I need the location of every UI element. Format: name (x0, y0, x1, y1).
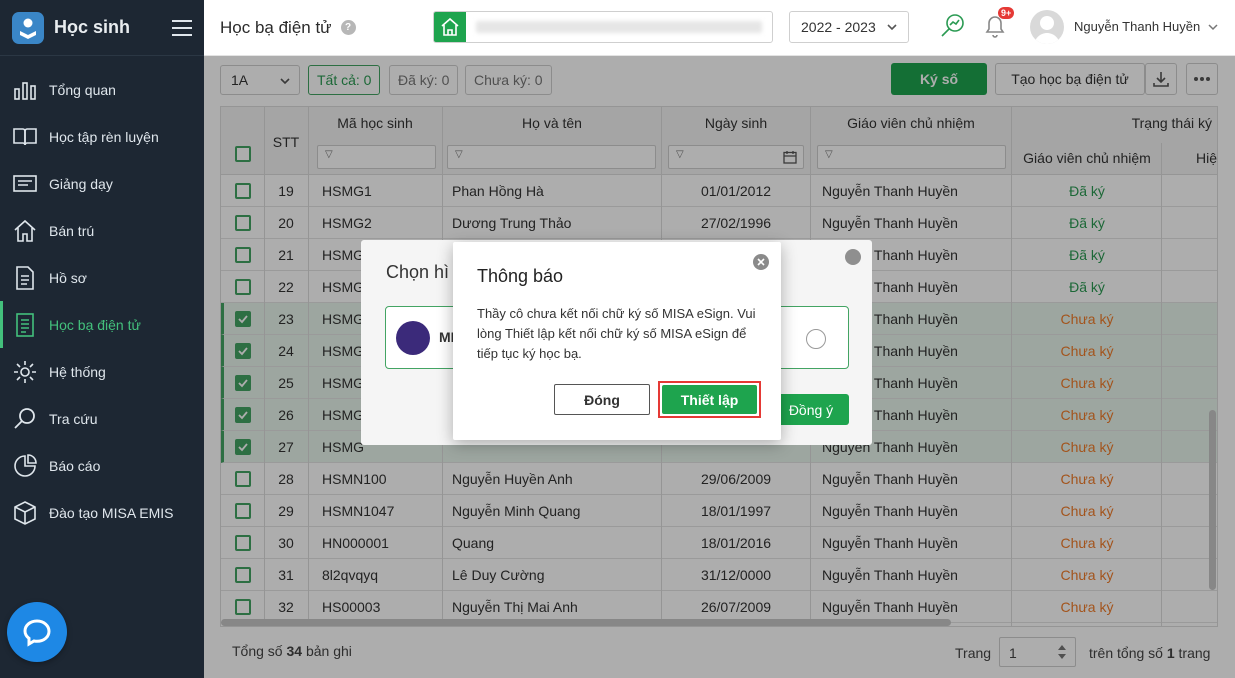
notification-modal: Thông báo Thầy cô chưa kết nối chữ ký số… (453, 242, 781, 440)
modal-title: Thông báo (477, 266, 564, 286)
sidebar-item-label: Báo cáo (49, 457, 101, 474)
sidebar-item-bao-cao[interactable]: Báo cáo (0, 442, 204, 489)
school-name-blurred (476, 21, 762, 33)
book-icon (13, 127, 37, 145)
sidebar-item-label: Hồ sơ (49, 269, 87, 286)
confirm-button[interactable]: Đồng ý (773, 394, 849, 425)
sidebar-item-tra-cuu[interactable]: Tra cứu (0, 395, 204, 442)
help-icon[interactable]: ? (340, 20, 356, 35)
sidebar-item-he-thong[interactable]: Hệ thống (0, 348, 204, 395)
sidebar-item-hoc-ba-dien-tu[interactable]: Học bạ điện tử (0, 301, 204, 348)
app-logo-icon (12, 11, 44, 44)
sidebar-item-label: Bán trú (49, 222, 95, 239)
gear-icon (14, 360, 36, 383)
option-radio[interactable] (806, 329, 826, 349)
sidebar-item-label: Học tập rèn luyện (49, 128, 159, 145)
sidebar-item-giang-day[interactable]: Giảng dạy (0, 160, 204, 207)
chat-bubble-icon[interactable] (7, 602, 67, 662)
school-selector[interactable] (433, 11, 773, 43)
top-bar: Học bạ điện tử ? 2022 - 2023 9+ Nguyễn T… (204, 0, 1235, 56)
document-icon (16, 265, 34, 290)
sidebar-item-label: Tổng quan (49, 81, 116, 98)
sidebar-header: Học sinh (0, 0, 204, 56)
blackboard-icon (13, 174, 37, 192)
hamburger-menu-icon[interactable] (172, 19, 192, 36)
close-icon[interactable] (753, 254, 769, 270)
growth-chart-icon[interactable] (939, 12, 967, 40)
sidebar-item-tong-quan[interactable]: Tổng quan (0, 66, 204, 113)
sidebar-item-label: Giảng dạy (49, 175, 113, 192)
misa-esign-logo-icon (396, 321, 430, 355)
cube-icon (14, 500, 36, 525)
report-card-icon (16, 312, 34, 337)
sidebar-item-label: Đào tạo MISA EMIS (49, 504, 174, 521)
sidebar: Học sinh Tổng quan Học tập rèn luyện Giả… (0, 0, 204, 678)
sidebar-item-dao-tao[interactable]: Đào tạo MISA EMIS (0, 489, 204, 536)
sidebar-item-label: Tra cứu (49, 410, 98, 427)
modal-message: Thầy cô chưa kết nối chữ ký số MISA eSig… (477, 306, 756, 361)
sidebar-item-ho-so[interactable]: Hồ sơ (0, 254, 204, 301)
user-name[interactable]: Nguyễn Thanh Huyền (1074, 19, 1200, 34)
sidebar-item-hoc-tap[interactable]: Học tập rèn luyện (0, 113, 204, 160)
school-year-select[interactable]: 2022 - 2023 (789, 11, 909, 43)
chevron-down-icon[interactable] (1207, 21, 1219, 33)
dialog-title: Chọn hì (386, 262, 450, 282)
setup-button-highlight: Thiết lập (658, 381, 761, 418)
app-title: Học sinh (54, 17, 131, 37)
notification-badge: 9+ (998, 7, 1015, 19)
school-year-value: 2022 - 2023 (801, 19, 876, 35)
chevron-down-icon (887, 24, 897, 31)
pie-chart-icon (14, 453, 37, 477)
bar-chart-icon (14, 81, 36, 100)
school-icon (434, 12, 466, 42)
close-icon[interactable] (845, 249, 861, 265)
sidebar-item-label: Học bạ điện tử (49, 316, 141, 333)
page-title: Học bạ điện tử (220, 17, 332, 37)
close-button[interactable]: Đóng (554, 384, 650, 415)
setup-button[interactable]: Thiết lập (662, 385, 757, 414)
sidebar-nav: Tổng quan Học tập rèn luyện Giảng dạy Bá… (0, 66, 204, 536)
sidebar-item-label: Hệ thống (49, 363, 106, 380)
search-icon (14, 407, 35, 429)
avatar[interactable] (1030, 10, 1064, 44)
house-icon (14, 219, 36, 242)
sidebar-item-ban-tru[interactable]: Bán trú (0, 207, 204, 254)
